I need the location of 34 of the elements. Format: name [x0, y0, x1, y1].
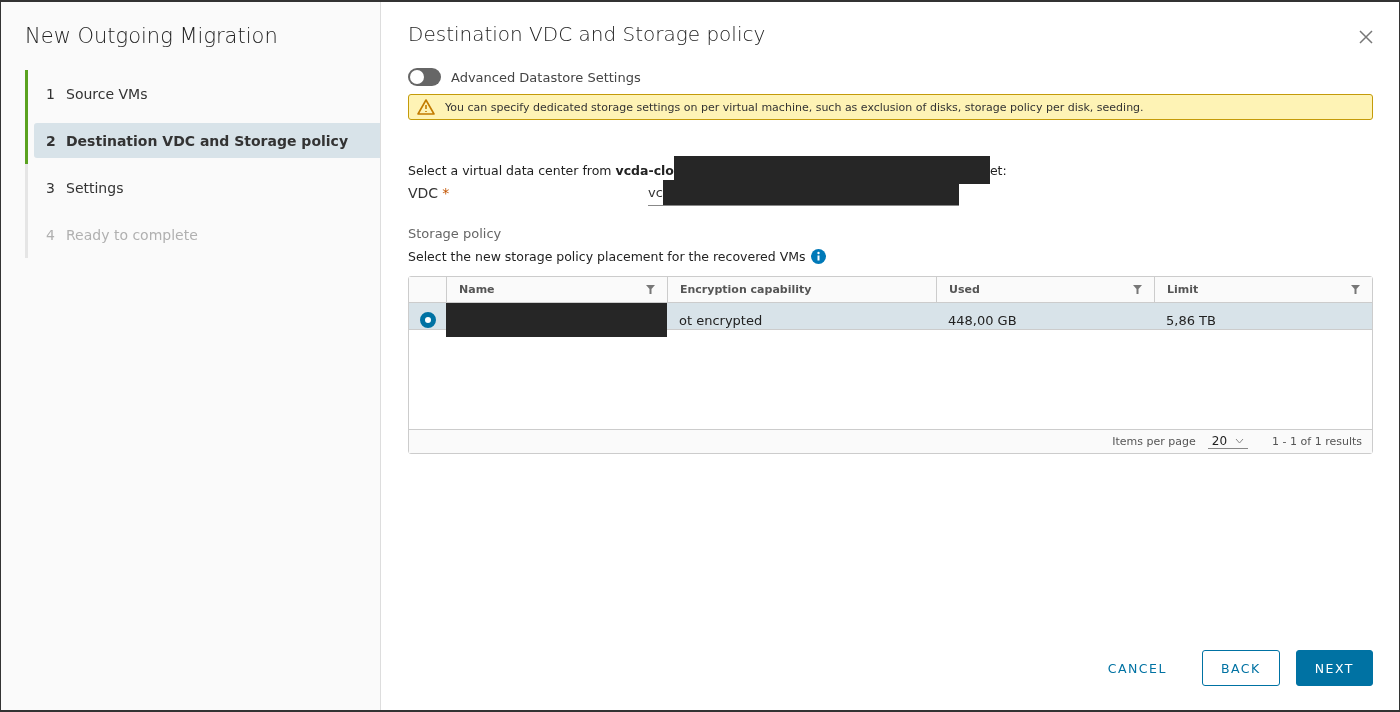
- table-cell-text: ot encrypted: [678, 311, 764, 330]
- filter-icon[interactable]: [1351, 285, 1360, 294]
- wizard-step[interactable]: 2 Destination VDC and Storage policy: [25, 117, 380, 164]
- column-header[interactable]: Limit: [1154, 277, 1372, 302]
- wizard-title: New Outgoing Migration: [25, 24, 279, 48]
- warning-icon: [417, 99, 435, 115]
- table-cell-text: 448,00 GB: [947, 311, 1018, 330]
- items-per-page-label: Items per page: [1112, 435, 1196, 448]
- vdc-label: VDC *: [408, 185, 451, 201]
- cancel-button[interactable]: CANCEL: [1088, 650, 1186, 686]
- filter-icon[interactable]: [1133, 285, 1142, 294]
- toggle-switch[interactable]: [408, 68, 441, 86]
- wizard-step[interactable]: 3 Settings: [25, 164, 380, 211]
- alert-text: You can specify dedicated storage settings on per virtual machine, such as exclusion of disks, storage policy per disk, seeding.: [445, 100, 1144, 114]
- storage-hint: Select the new storage policy placement for the recovered VMs: [408, 249, 806, 264]
- vdc-prompt-end: et:: [989, 162, 1007, 178]
- column-header[interactable]: Name: [446, 277, 667, 302]
- page-size-select[interactable]: 20: [1207, 434, 1249, 449]
- back-button[interactable]: BACK: [1201, 650, 1280, 686]
- page-title: Destination VDC and Storage policy: [408, 22, 766, 46]
- column-header[interactable]: Used: [936, 277, 1154, 302]
- caret-icon: [1235, 438, 1245, 444]
- column-header[interactable]: Encryption capability: [667, 277, 936, 302]
- close-icon[interactable]: [1359, 30, 1373, 44]
- vdc-prompt: Select a virtual data center from vcda-clo: [408, 162, 674, 178]
- toggle-label: Advanced Datastore Settings: [451, 69, 641, 85]
- filter-icon[interactable]: [646, 285, 655, 294]
- info-icon[interactable]: [811, 249, 827, 264]
- next-button[interactable]: NEXT: [1295, 650, 1373, 686]
- wizard-step[interactable]: 1 Source VMs: [25, 70, 380, 117]
- table-cell-text: 5,86 TB: [1165, 311, 1217, 330]
- section-heading: Storage policy: [408, 226, 503, 241]
- results-count: 1 - 1 of 1 results: [1272, 435, 1362, 448]
- radio-button[interactable]: [419, 312, 436, 328]
